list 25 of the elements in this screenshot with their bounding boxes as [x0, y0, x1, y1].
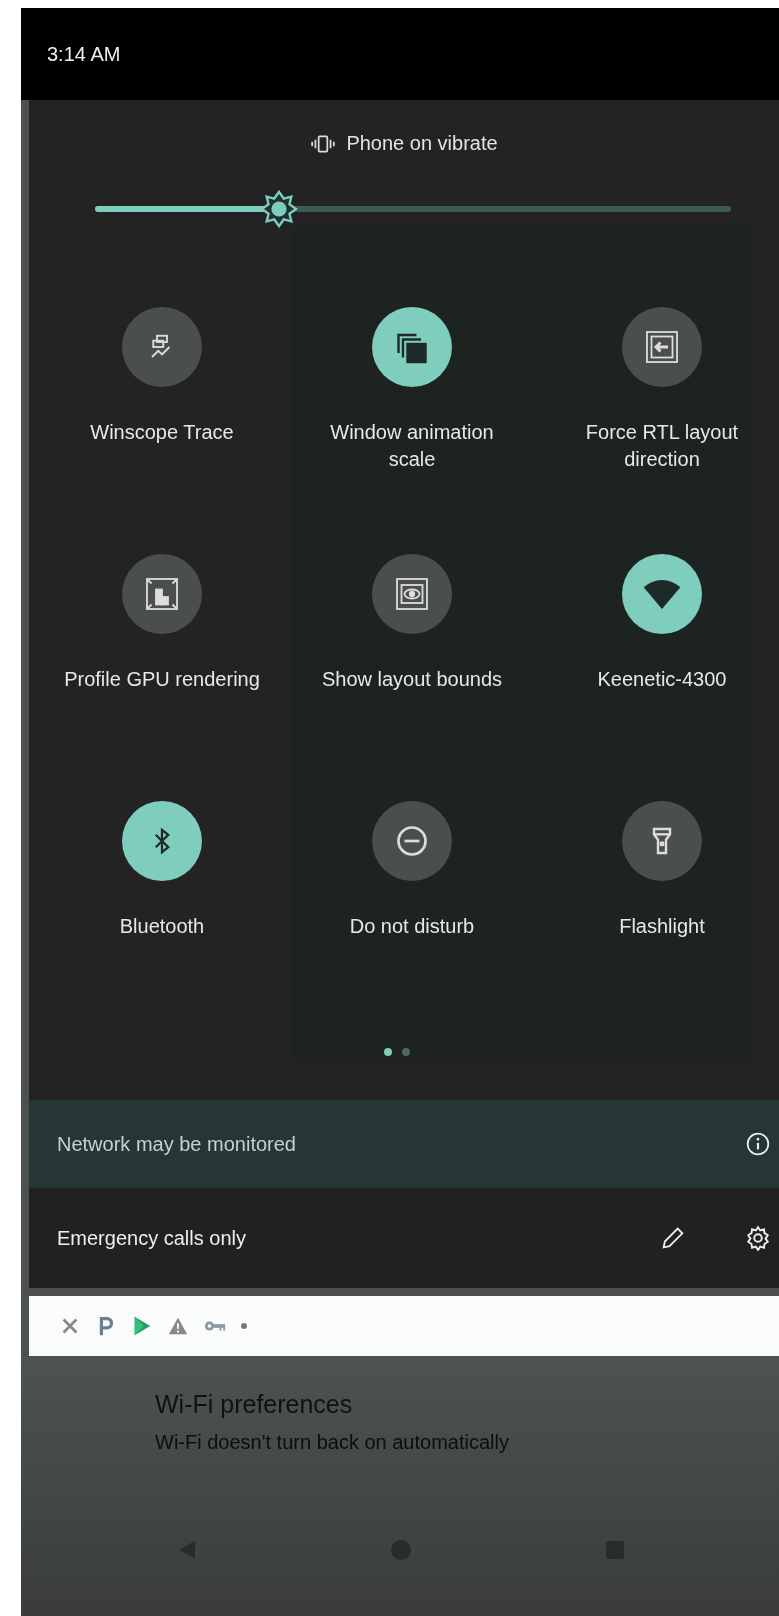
- carrier-text: Emergency calls only: [57, 1226, 246, 1250]
- tile-label: Bluetooth: [118, 914, 206, 939]
- tile-label: Force RTL layout direction: [584, 420, 740, 472]
- page-indicator-dot[interactable]: [384, 1048, 392, 1056]
- minus-circle-icon: [394, 823, 430, 859]
- tile-label: Profile GPU rendering: [63, 667, 261, 692]
- vibrate-icon: [310, 134, 337, 153]
- tile-label: Flashlight: [618, 914, 706, 939]
- eye-frame-icon: [394, 576, 430, 612]
- setting-title: Wi-Fi preferences: [155, 1390, 354, 1419]
- tile-label: Show layout bounds: [320, 667, 504, 692]
- tile-label: Do not disturb: [348, 914, 476, 939]
- network-notice: Network may be monitored: [57, 1132, 296, 1156]
- tile-label: Keenetic-4300: [596, 667, 728, 692]
- setting-subtitle: Wi-Fi doesn't turn back on automatically: [155, 1431, 510, 1454]
- arrow-in-frame-icon: [644, 329, 680, 365]
- more-dot-icon: [241, 1323, 247, 1329]
- page-indicator-dot[interactable]: [402, 1048, 410, 1056]
- info-icon[interactable]: [745, 1131, 771, 1157]
- settings-icon[interactable]: [745, 1225, 771, 1251]
- ringer-status: Phone on vibrate: [346, 132, 498, 155]
- clock-time: 3:14 AM: [47, 42, 121, 66]
- tile-label: Winscope Trace: [89, 420, 235, 445]
- bar-chart-frame-icon: [144, 576, 180, 612]
- tile-label: Window animation scale: [329, 420, 495, 472]
